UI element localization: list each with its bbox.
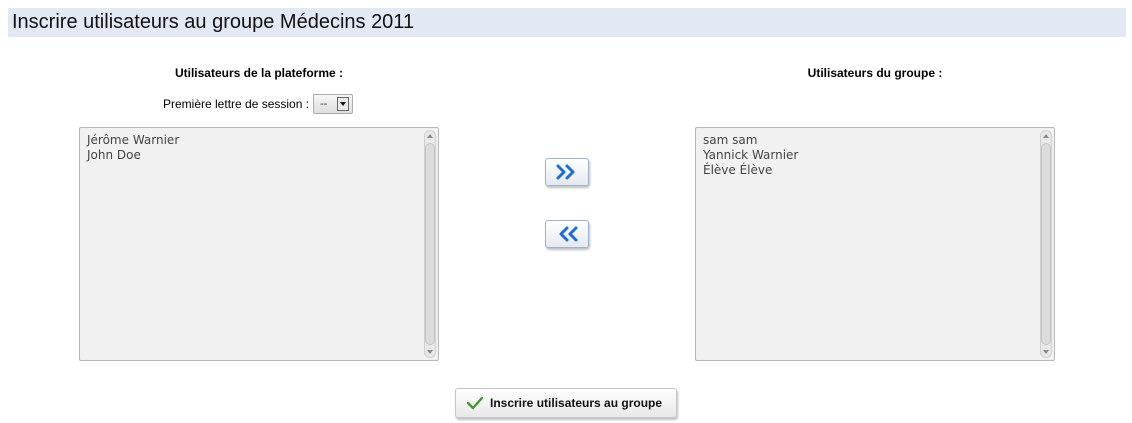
list-item[interactable]: Élève Élève (703, 163, 1036, 178)
session-letter-select[interactable]: -- (313, 94, 354, 114)
chevron-down-icon (337, 97, 350, 111)
subscribe-users-label: Inscrire utilisateurs au groupe (490, 396, 663, 410)
page-header: Inscrire utilisateurs au groupe Médecins… (8, 8, 1126, 37)
list-item[interactable]: Jérôme Warnier (87, 133, 420, 148)
platform-users-title: Utilisateurs de la plateforme : (174, 66, 344, 80)
session-filter-row: Première lettre de session : -- (163, 93, 354, 115)
checkmark-icon (466, 396, 484, 410)
session-letter-value: -- (320, 98, 328, 110)
platform-users-list[interactable]: Jérôme Warnier John Doe (79, 127, 439, 361)
session-filter-label: Première lettre de session : (163, 97, 310, 111)
subscribe-users-button[interactable]: Inscrire utilisateurs au groupe (455, 388, 677, 418)
scroll-thumb[interactable] (425, 143, 435, 345)
list-item[interactable]: Yannick Warnier (703, 148, 1036, 163)
remove-from-group-button[interactable] (545, 220, 589, 248)
scroll-down-icon (427, 350, 433, 354)
scroll-up-icon (427, 134, 433, 138)
group-users-list[interactable]: sam sam Yannick Warnier Élève Élève (695, 127, 1055, 361)
platform-list-scrollbar[interactable] (424, 130, 436, 358)
double-chevron-left-icon (559, 226, 578, 242)
add-to-group-button[interactable] (545, 158, 589, 186)
double-chevron-right-icon (556, 164, 575, 180)
page-title: Inscrire utilisateurs au groupe Médecins… (12, 11, 415, 33)
list-item[interactable]: sam sam (703, 133, 1036, 148)
group-list-scrollbar[interactable] (1040, 130, 1052, 358)
scroll-up-icon (1043, 134, 1049, 138)
list-item[interactable]: John Doe (87, 148, 420, 163)
scroll-down-icon (1043, 350, 1049, 354)
group-users-title: Utilisateurs du groupe : (807, 66, 943, 80)
scroll-thumb[interactable] (1041, 143, 1051, 345)
